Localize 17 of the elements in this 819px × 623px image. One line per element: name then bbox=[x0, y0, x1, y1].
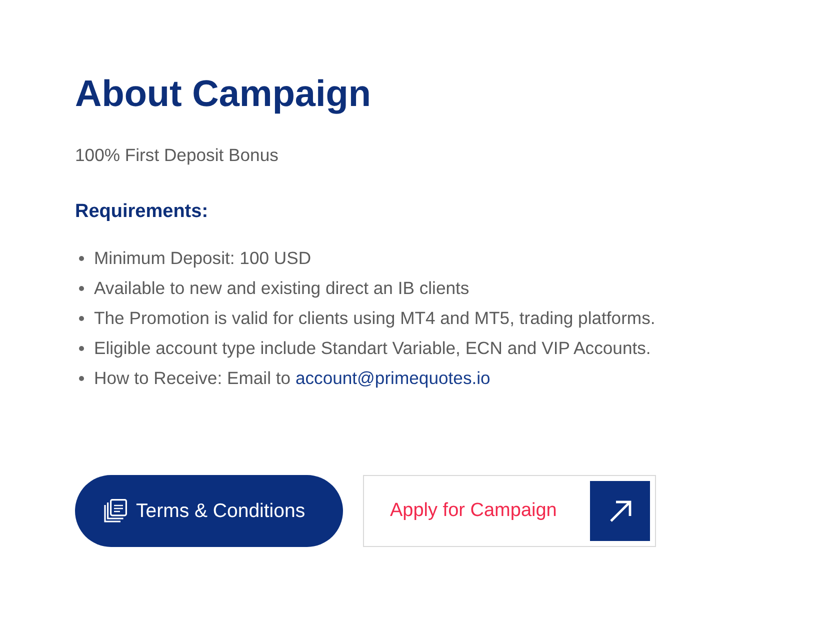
page-title: About Campaign bbox=[75, 72, 371, 116]
document-icon bbox=[104, 499, 127, 523]
bullet-icon bbox=[79, 286, 84, 290]
apply-button[interactable]: Apply for Campaign bbox=[363, 475, 656, 547]
bullet-icon bbox=[79, 256, 84, 260]
list-item-text: How to Receive: Email to account@primequotes.io bbox=[94, 368, 490, 388]
bullet-icon bbox=[79, 346, 84, 350]
list-item-text: The Promotion is valid for clients using MT4 and MT5, trading platforms. bbox=[94, 308, 656, 328]
email-link[interactable]: account@primequotes.io bbox=[295, 368, 490, 388]
list-item-text: Minimum Deposit: 100 USD bbox=[94, 248, 312, 268]
section-heading: Requirements: bbox=[75, 200, 208, 224]
subtitle-text: 100% First Deposit Bonus bbox=[75, 144, 278, 167]
bullet-icon bbox=[79, 376, 84, 380]
list-item-text: Eligible account type include Standart Variable, ECN and VIP Accounts. bbox=[94, 338, 651, 358]
bullet-icon bbox=[79, 316, 84, 320]
list-item-text: Available to new and existing direct an IB clients bbox=[94, 278, 470, 298]
terms-button[interactable]: Terms & Conditions bbox=[75, 475, 343, 547]
